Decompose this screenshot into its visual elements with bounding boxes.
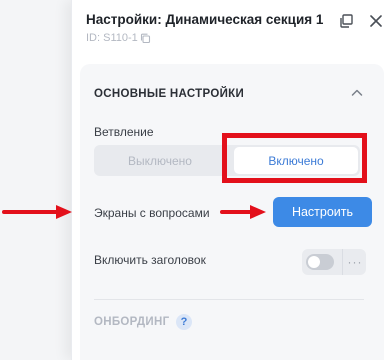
divider (94, 299, 364, 300)
main-settings-section: ОСНОВНЫЕ НАСТРОЙКИ Ветвление Выключено В… (80, 64, 384, 360)
chevron-up-icon[interactable] (350, 86, 364, 100)
branching-label: Ветвление (94, 125, 154, 139)
branching-option-on[interactable]: Включено (234, 147, 358, 174)
header-toggle-group: ··· (302, 249, 366, 275)
close-icon[interactable] (367, 12, 385, 30)
question-screens-label: Экраны с вопросами (94, 206, 210, 220)
branching-switch: Выключено Включено (94, 145, 360, 176)
enable-header-label: Включить заголовок (94, 253, 206, 267)
panel-title: Настройки: Динамическая секция 1 (86, 12, 324, 27)
onboarding-title: ОНБОРДИНГ (94, 316, 170, 328)
copy-icon[interactable] (140, 33, 151, 44)
id-row: ID: S110-1 (86, 32, 151, 44)
branching-option-off[interactable]: Выключено (94, 145, 226, 176)
settings-panel: Настройки: Динамическая секция 1 ID: S11… (71, 0, 391, 360)
background-canvas (0, 0, 71, 360)
popout-window-icon[interactable] (337, 12, 355, 30)
panel-header: Настройки: Динамическая секция 1 ID: S11… (72, 0, 391, 54)
toggle-knob (308, 256, 320, 268)
configure-button[interactable]: Настроить (273, 197, 372, 227)
help-icon[interactable]: ? (176, 314, 192, 330)
enable-header-toggle[interactable] (306, 254, 334, 270)
section-title: ОСНОВНЫЕ НАСТРОЙКИ (94, 88, 245, 100)
id-label: ID: S110-1 (86, 32, 138, 44)
more-options-button[interactable]: ··· (342, 249, 367, 275)
